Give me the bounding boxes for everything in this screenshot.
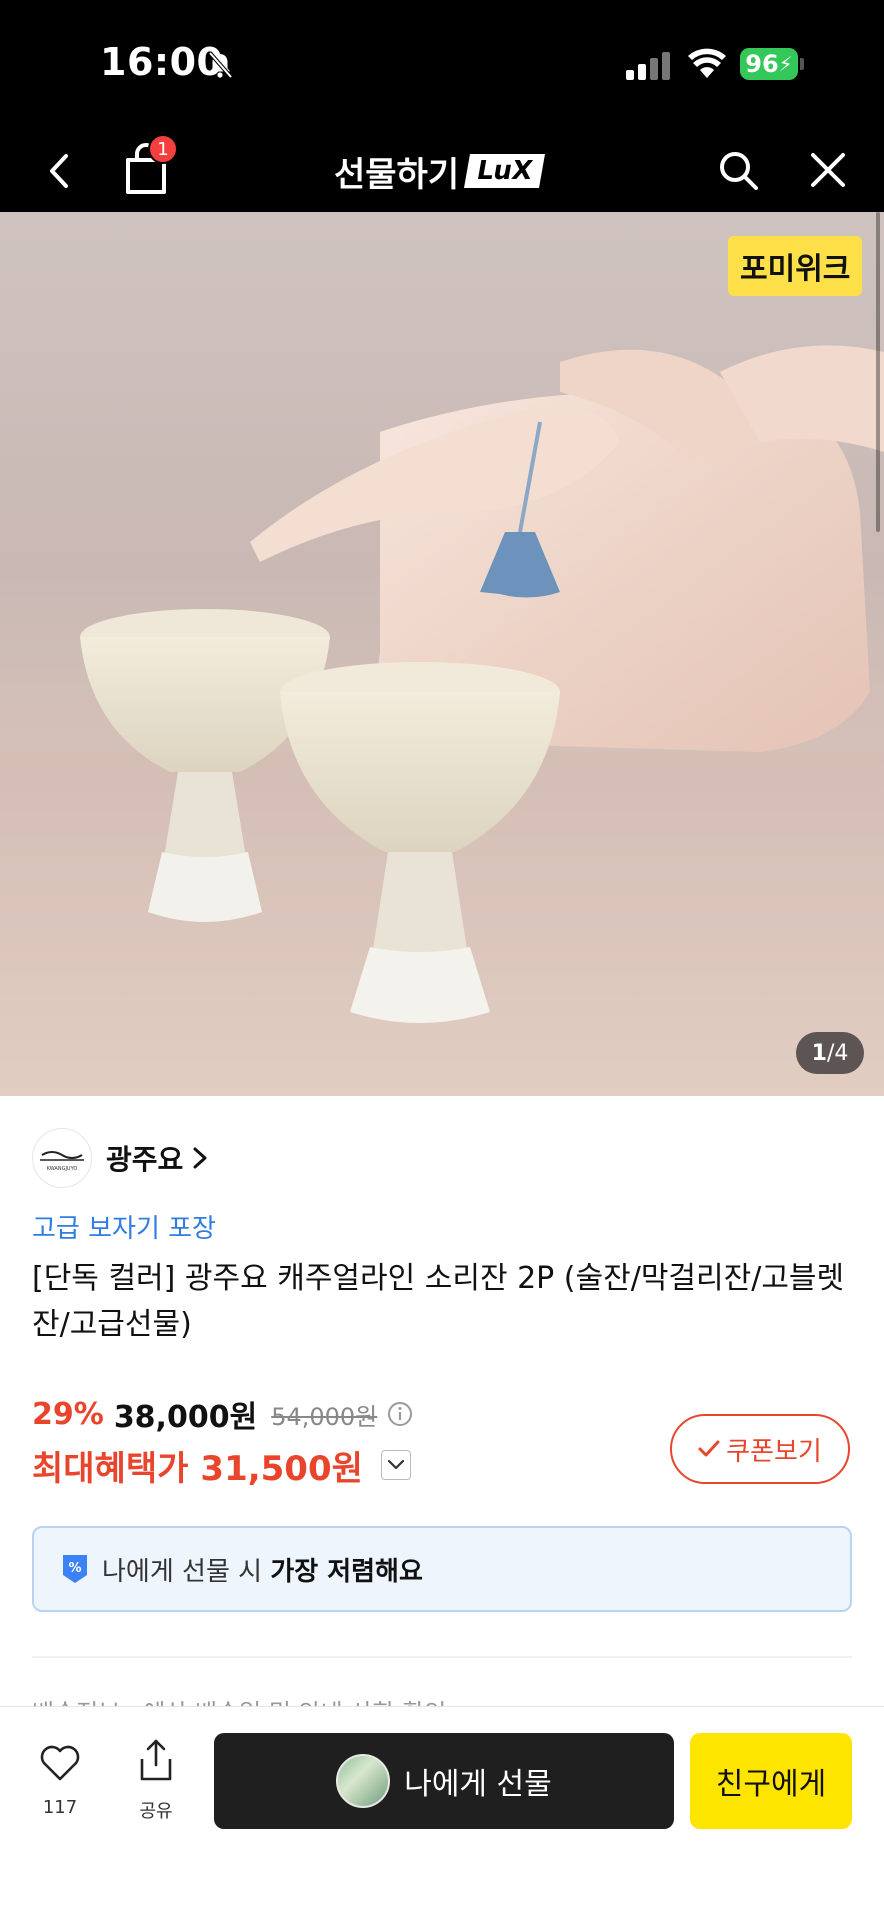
heart-icon <box>40 1745 80 1781</box>
store-link[interactable]: KWANGJUYO 광주요 <box>32 1128 209 1188</box>
gift-to-me-label: 나에게 선물 <box>404 1767 552 1802</box>
status-bar: 16:00 96 ⚡ <box>0 0 884 130</box>
discount-rate: 29% <box>32 1396 104 1432</box>
gift-banner-prefix: 나에게 선물 시 <box>102 1556 263 1587</box>
battery-level: 96 <box>745 50 779 78</box>
chevron-down-icon <box>387 1459 404 1470</box>
nav-title-text: 선물하기 <box>334 154 460 195</box>
section-divider <box>32 1656 852 1658</box>
gift-to-friend-button[interactable]: 친구에게 <box>690 1733 852 1829</box>
original-price: 54,000원 <box>271 1402 378 1431</box>
like-button[interactable]: 117 <box>36 1743 84 1818</box>
product-title: [단독 컬러] 광주요 캐주얼라인 소리잔 2P (술잔/막걸리잔/고블렛잔/고… <box>32 1261 845 1342</box>
svg-text:%: % <box>68 1561 81 1576</box>
store-logo-text: KWANGJUYO <box>47 1166 78 1172</box>
close-icon[interactable] <box>808 150 848 190</box>
share-button[interactable]: 공유 <box>130 1737 182 1823</box>
gift-banner-text: 나에게 선물 시 가장 저렴해요 <box>102 1551 423 1588</box>
discount-tag-icon: % <box>63 1555 87 1583</box>
max-benefit-price: 31,500원 <box>200 1448 363 1489</box>
bottom-action-bar: 117 공유 나에게 선물 친구에게 <box>0 1706 884 1920</box>
promo-label: 고급 보자기 포장 <box>32 1214 216 1244</box>
info-icon[interactable] <box>387 1401 413 1427</box>
battery-cap <box>800 58 804 70</box>
page-current: 1 <box>811 1040 827 1066</box>
sale-price: 38,000원 <box>113 1400 258 1435</box>
nav-bar: 1 선물하기 LuX <box>0 130 884 212</box>
charging-icon: ⚡ <box>778 52 793 76</box>
check-icon <box>698 1440 720 1457</box>
brand-tag: 포미위크 <box>728 236 863 296</box>
chevron-right-icon <box>193 1147 207 1169</box>
store-logo: KWANGJUYO <box>32 1128 92 1188</box>
bell-off-icon <box>208 51 233 79</box>
store-name[interactable]: 광주요 <box>106 1138 183 1178</box>
max-benefit-label: 최대혜택가 <box>32 1448 189 1489</box>
gift-to-friend-label: 친구에게 <box>715 1767 827 1802</box>
gift-to-me-button[interactable]: 나에게 선물 <box>214 1733 674 1829</box>
self-gift-banner[interactable]: % 나에게 선물 시 가장 저렴해요 <box>32 1526 852 1612</box>
cart-count-badge: 1 <box>148 134 178 164</box>
product-image-carousel[interactable]: 포미위크 1/4 <box>0 212 884 1096</box>
price-row: 29% 38,000원 54,000원 <box>32 1392 413 1436</box>
scrollbar[interactable] <box>876 212 880 532</box>
page-total: /4 <box>826 1040 849 1066</box>
store-logo-mark: KWANGJUYO <box>40 1151 84 1172</box>
search-icon[interactable] <box>716 148 760 192</box>
share-label: 공유 <box>139 1801 173 1822</box>
max-benefit-row: 최대혜택가 31,500원 <box>32 1436 411 1494</box>
image-page-indicator: 1/4 <box>796 1032 864 1074</box>
back-arrow-icon[interactable] <box>40 148 80 194</box>
wifi-icon <box>688 48 726 78</box>
coupon-label: 쿠폰보기 <box>726 1436 822 1467</box>
gift-banner-bold: 가장 저렴해요 <box>270 1556 423 1587</box>
nav-title: 선물하기 LuX <box>334 148 546 195</box>
battery-indicator: 96 ⚡ <box>740 48 798 80</box>
coupon-button[interactable]: 쿠폰보기 <box>670 1414 850 1484</box>
benefit-expand-toggle[interactable] <box>380 1450 411 1480</box>
share-icon <box>140 1739 172 1781</box>
signal-icon <box>626 52 670 80</box>
avatar <box>336 1754 391 1808</box>
lux-badge: LuX <box>464 154 546 188</box>
product-photo <box>0 345 884 1096</box>
like-count: 117 <box>42 1797 78 1818</box>
